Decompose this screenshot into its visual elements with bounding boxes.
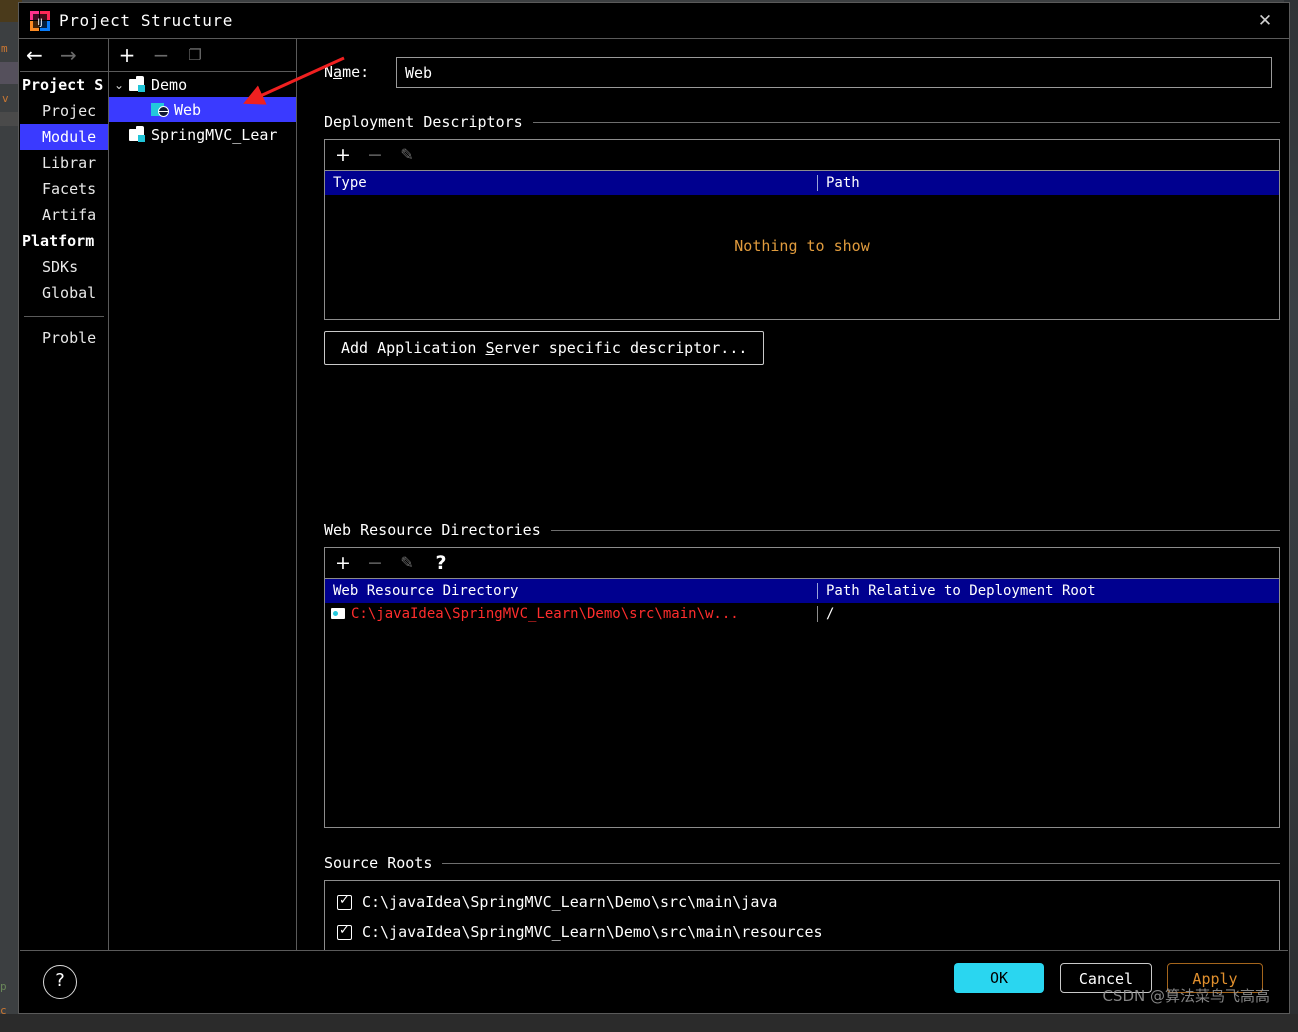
web-resource-header-row: Web Resource Directory Path Relative to … (325, 579, 1279, 603)
empty-state-message: Nothing to show (734, 237, 870, 255)
source-root-path: C:\javaIdea\SpringMVC_Learn\Demo\src\mai… (362, 923, 823, 941)
deployment-descriptors-section-title: Deployment Descriptors (324, 113, 1280, 131)
chevron-down-icon[interactable]: ⌄ (109, 78, 129, 92)
column-header-type[interactable]: Type (325, 175, 817, 191)
bg-text-fragment: p (0, 980, 7, 993)
tree-node-label: SpringMVC_Lear (151, 125, 278, 144)
module-tree-toolbar: + − ❐ (109, 39, 296, 72)
nav-group-project-settings: Project S (22, 76, 104, 94)
remove-web-resource-icon[interactable]: − (363, 551, 387, 575)
tree-node-demo[interactable]: ⌄ Demo (109, 72, 296, 97)
folder-module-icon (129, 75, 146, 92)
web-resource-directories-section-title: Web Resource Directories (324, 521, 1280, 539)
forward-arrow-icon[interactable]: → (60, 45, 77, 65)
background-ide-bottom-strip (0, 1014, 1298, 1032)
deployment-descriptors-header-row: Type Path (325, 171, 1279, 195)
web-resource-directories-toolbar: + − ✎ ? (325, 548, 1279, 579)
module-tree-panel: + − ❐ ⌄ Demo Web SpringMVC_Lear (109, 39, 297, 976)
column-header-path-relative[interactable]: Path Relative to Deployment Root (817, 583, 1279, 599)
sidebar-item-project[interactable]: Projec (20, 98, 108, 124)
section-label: Web Resource Directories (324, 521, 541, 539)
bg-text-fragment: m (1, 42, 8, 55)
dialog-title: Project Structure (59, 11, 233, 30)
svg-text:IJ: IJ (37, 18, 42, 28)
module-name-input[interactable] (396, 57, 1272, 88)
sidebar-item-facets[interactable]: Facets (20, 176, 108, 202)
help-icon[interactable]: ? (43, 965, 77, 999)
sidebar-item-modules[interactable]: Module (20, 124, 108, 150)
source-root-path: C:\javaIdea\SpringMVC_Learn\Demo\src\mai… (362, 893, 778, 911)
edit-web-resource-icon[interactable]: ✎ (395, 551, 419, 575)
source-roots-list: C:\javaIdea\SpringMVC_Learn\Demo\src\mai… (324, 880, 1280, 952)
bg-text-fragment: v (2, 92, 9, 105)
web-resource-relative-path: / (817, 606, 1279, 622)
dialog-footer: ? OK Cancel Apply CSDN @算法菜鸟飞高高 (20, 950, 1288, 1012)
tree-node-web[interactable]: Web (109, 97, 296, 122)
project-structure-dialog: IJ Project Structure ✕ ← → Project S Pro… (18, 2, 1290, 1014)
section-label: Deployment Descriptors (324, 113, 523, 131)
section-rule (442, 862, 1280, 864)
intellij-idea-icon: IJ (30, 11, 50, 31)
web-resource-directories-table: + − ✎ ? Web Resource Directory Path Rela… (324, 547, 1280, 828)
deployment-descriptors-body: Nothing to show (325, 195, 1279, 319)
screen-root: m v p c IJ Project Structure ✕ ← → Proje… (0, 0, 1298, 1032)
column-header-path[interactable]: Path (817, 175, 1279, 191)
nav-divider (24, 316, 104, 317)
settings-nav-panel: ← → Project S Projec Module Librar Facet… (20, 39, 109, 976)
ok-button[interactable]: OK (954, 963, 1044, 993)
tree-node-label: Demo (151, 75, 188, 94)
add-web-resource-icon[interactable]: + (331, 551, 355, 575)
checkbox-checked-icon[interactable] (337, 923, 352, 940)
list-item[interactable]: C:\javaIdea\SpringMVC_Learn\Demo\src\mai… (325, 887, 1279, 917)
table-row[interactable]: C:\javaIdea\SpringMVC_Learn\Demo\src\mai… (325, 603, 1279, 625)
sidebar-item-artifacts[interactable]: Artifa (20, 202, 108, 228)
resource-dir-icon (331, 608, 346, 620)
nav-group-platform-settings: Platform (22, 232, 95, 250)
nav-toolbar: ← → (20, 39, 108, 72)
section-rule (550, 529, 1280, 531)
tree-node-springmvc-learn[interactable]: SpringMVC_Lear (109, 122, 296, 147)
section-label: Source Roots (324, 854, 433, 872)
nav-list: Project S Projec Module Librar Facets Ar… (20, 72, 108, 351)
remove-module-icon[interactable]: − (149, 43, 173, 67)
module-tree-list: ⌄ Demo Web SpringMVC_Lear (109, 72, 296, 147)
back-arrow-icon[interactable]: ← (26, 45, 43, 65)
copy-module-icon[interactable]: ❐ (183, 43, 207, 67)
remove-descriptor-icon[interactable]: − (363, 143, 387, 167)
watermark: CSDN @算法菜鸟飞高高 (1102, 987, 1270, 1005)
sidebar-item-sdks[interactable]: SDKs (20, 254, 108, 280)
checkbox-checked-icon[interactable] (337, 893, 352, 910)
tree-node-label: Web (174, 100, 202, 119)
deployment-descriptors-toolbar: + − ✎ (325, 140, 1279, 171)
add-application-server-descriptor-button[interactable]: Add Application Server specific descript… (324, 331, 765, 365)
sidebar-item-libraries[interactable]: Librar (20, 150, 108, 176)
section-rule (532, 121, 1280, 123)
folder-module-icon (129, 125, 146, 142)
source-roots-section-title: Source Roots (324, 854, 1280, 872)
web-resource-body: C:\javaIdea\SpringMVC_Learn\Demo\src\mai… (325, 603, 1279, 625)
deployment-descriptors-table: + − ✎ Type Path Nothing to show (324, 139, 1280, 320)
module-name-row: Name: (324, 57, 1280, 89)
help-icon[interactable]: ? (429, 551, 453, 575)
add-module-icon[interactable]: + (115, 43, 139, 67)
list-item[interactable]: C:\javaIdea\SpringMVC_Learn\Demo\src\mai… (325, 917, 1279, 947)
web-module-icon (151, 102, 170, 117)
module-name-label: Name: (324, 63, 370, 81)
web-resource-directory-path: C:\javaIdea\SpringMVC_Learn\Demo\src\mai… (351, 606, 739, 622)
close-icon[interactable]: ✕ (1247, 7, 1283, 35)
sidebar-item-problems[interactable]: Proble (20, 325, 108, 351)
module-settings-content: Name: Deployment Descriptors + − ✎ Type … (298, 39, 1288, 976)
edit-descriptor-icon[interactable]: ✎ (395, 143, 419, 167)
sidebar-item-global-libraries[interactable]: Global (20, 280, 108, 306)
dialog-titlebar: IJ Project Structure ✕ (19, 3, 1289, 39)
add-descriptor-icon[interactable]: + (331, 143, 355, 167)
column-header-web-resource-directory[interactable]: Web Resource Directory (325, 583, 817, 599)
